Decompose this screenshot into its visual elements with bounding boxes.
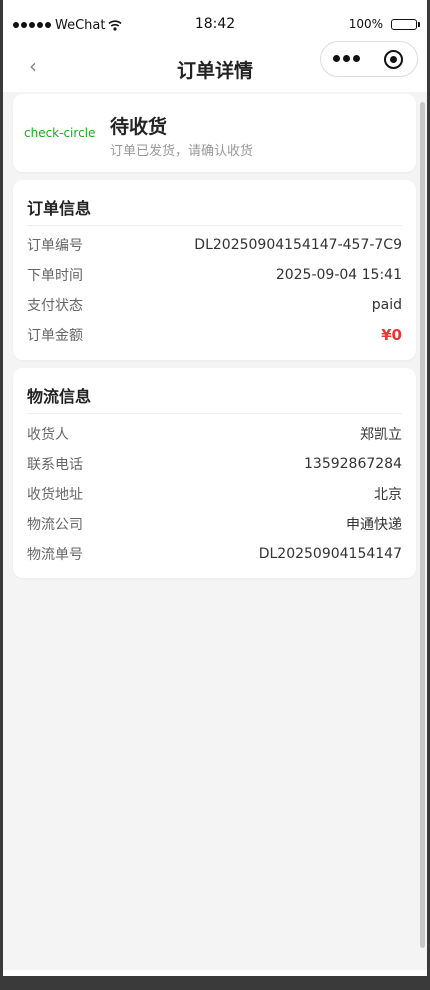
battery-percent: 100% [348,17,383,31]
divider [27,413,402,414]
phone-row: 联系电话 13592867284 [27,453,402,475]
row-label: 下单时间 [27,268,83,284]
order-amount-row: 订单金额 ¥0 [27,324,402,346]
battery-group: 100% [348,17,420,31]
scrollbar[interactable] [420,102,425,948]
page-content: check-circle 待收货 订单已发货，请确认收货 订单信息 订单编号 D… [3,92,427,970]
status-bar: WeChat 18:42 100% [3,0,427,44]
section-title: 订单信息 [27,199,92,218]
order-number-row: 订单编号 DL20250904154147-457-7C9 [27,234,402,256]
row-label: 支付状态 [27,298,83,314]
row-label: 订单金额 [27,328,83,344]
order-status-card: check-circle 待收货 订单已发货，请确认收货 [13,94,416,172]
check-circle-icon: check-circle [24,126,96,140]
courier-value: 申通快递 [346,517,402,533]
row-label: 联系电话 [27,457,83,473]
battery-icon [391,18,420,30]
order-time-value: 2025-09-04 15:41 [275,267,402,283]
row-label: 收货人 [27,427,69,443]
pay-status-value: paid [371,297,402,313]
row-label: 订单编号 [27,238,83,254]
order-time-row: 下单时间 2025-09-04 15:41 [27,264,402,286]
divider [27,225,402,226]
bottom-safe-area [3,970,427,976]
target-circle-icon[interactable] [384,50,403,69]
address-row: 收货地址 北京 [27,483,402,505]
tracking-value: DL20250904154147 [258,546,402,562]
row-label: 物流单号 [27,547,83,563]
row-label: 物流公司 [27,517,83,533]
mini-program-capsule [320,41,418,77]
order-amount-value: ¥0 [381,326,402,344]
receiver-row: 收货人 郑凯立 [27,423,402,445]
more-dots-icon[interactable] [333,55,360,62]
phone-screen: WeChat 18:42 100% ‹ 订单详情 check-circle 待收… [3,0,427,976]
status-title: 待收货 [110,116,168,138]
status-subtitle: 订单已发货，请确认收货 [110,144,254,159]
pay-status-row: 支付状态 paid [27,294,402,316]
tracking-row: 物流单号 DL20250904154147 [27,543,402,565]
address-value: 北京 [374,487,402,503]
order-number-value: DL20250904154147-457-7C9 [194,237,402,253]
logistics-info-card: 物流信息 收货人 郑凯立 联系电话 13592867284 收货地址 北京 物流… [13,368,416,578]
receiver-value: 郑凯立 [360,427,402,443]
order-info-card: 订单信息 订单编号 DL20250904154147-457-7C9 下单时间 … [13,180,416,360]
row-label: 收货地址 [27,487,83,503]
section-title: 物流信息 [27,387,92,406]
courier-row: 物流公司 申通快递 [27,513,402,535]
nav-bar: ‹ 订单详情 [3,41,427,92]
phone-value: 13592867284 [304,456,402,472]
